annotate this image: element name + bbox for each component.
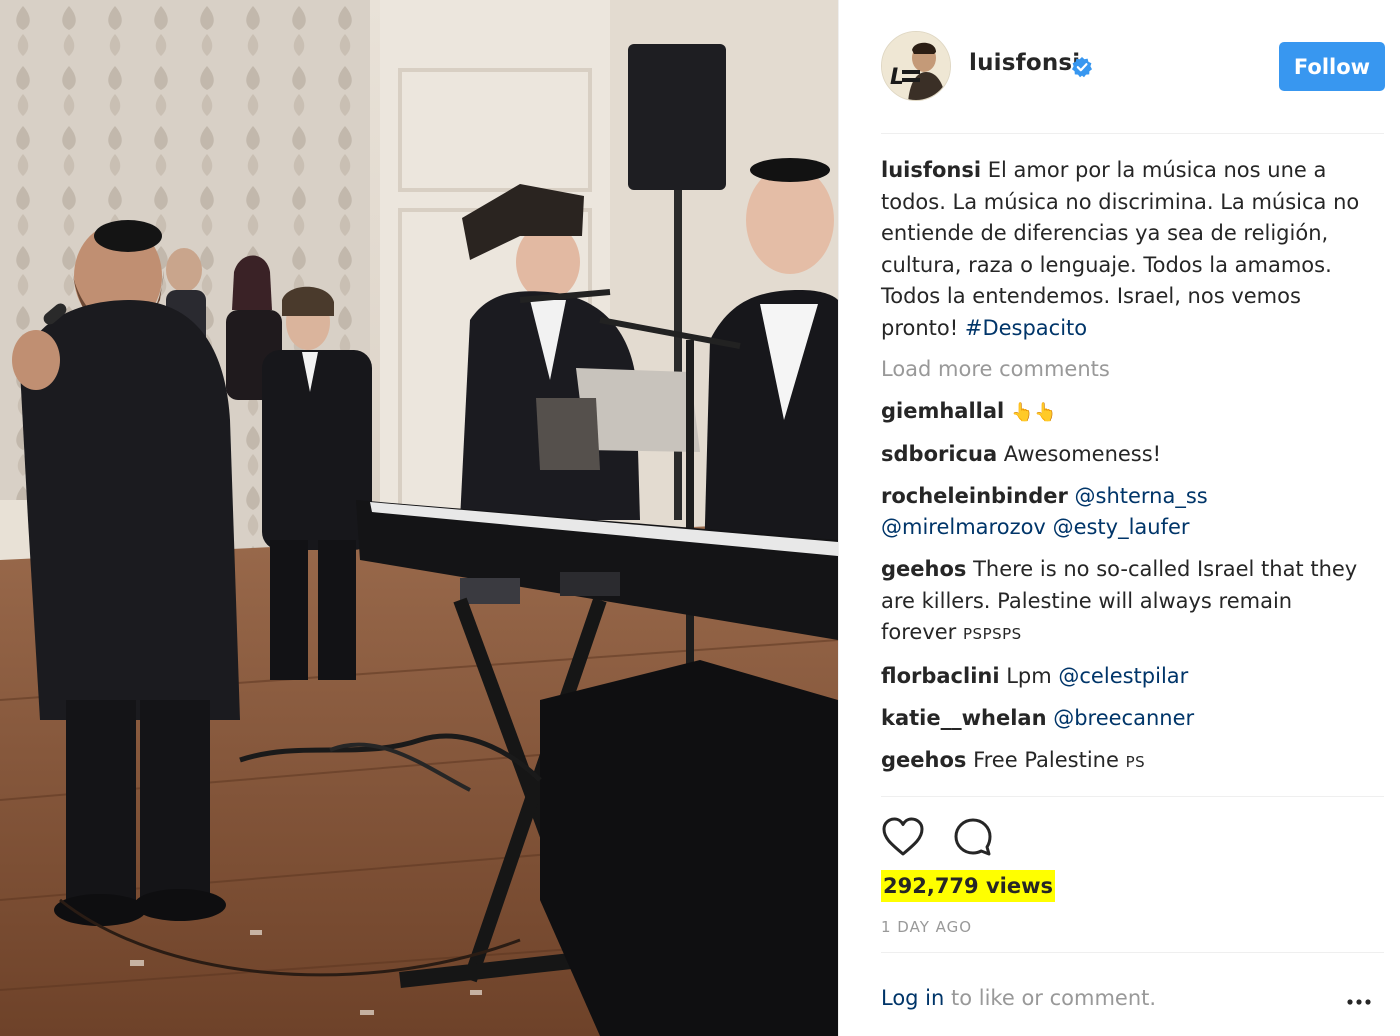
heart-icon[interactable] — [881, 816, 925, 858]
comment-username[interactable]: geehos — [881, 557, 966, 581]
palestine-flag-emojis: PSPSPS — [963, 625, 1022, 643]
comment-username[interactable]: florbaclini — [881, 664, 1000, 688]
hashtag-link[interactable]: #Despacito — [965, 316, 1087, 340]
comment-username[interactable]: sdboricua — [881, 442, 997, 466]
avatar-image: L — [882, 32, 950, 100]
mention-link[interactable]: @shterna_ss — [1075, 484, 1208, 508]
comment-item: giemhallal 👆👆 — [881, 396, 1361, 429]
comment-item: geehos There is no so-called Israel that… — [881, 554, 1361, 651]
comment-list: luisfonsi El amor por la música nos une … — [881, 155, 1361, 789]
video-frame-illustration — [0, 0, 838, 1036]
verified-badge-icon — [1072, 57, 1092, 78]
comment-username[interactable]: katie__whelan — [881, 706, 1047, 730]
comment-text: Free Palestine — [966, 748, 1126, 772]
bottom-divider — [881, 952, 1384, 953]
pointing-up-emoji: 👆👆 — [1010, 401, 1058, 423]
comment-text: Awesomeness! — [997, 441, 1162, 466]
comment-item: sdboricua Awesomeness! — [881, 439, 1361, 471]
post-caption: luisfonsi El amor por la música nos une … — [881, 155, 1361, 344]
view-count[interactable]: 292,779 views — [881, 870, 1055, 902]
caption-text: El amor por la música nos une a todos. L… — [881, 158, 1360, 340]
comment-item: rocheleinbinder @shterna_ss @mirelmarozov… — [881, 481, 1361, 544]
instagram-post: L luisfonsi Follow luisfonsi El amor por… — [0, 0, 1400, 1036]
mention-link[interactable]: @mirelmarozov — [881, 515, 1046, 539]
comment-item: geehos Free Palestine PS — [881, 745, 1361, 779]
profile-avatar[interactable]: L — [881, 31, 951, 101]
comment-item: katie__whelan @breecanner — [881, 703, 1361, 735]
comment-item: florbaclini Lpm @celestpilar — [881, 661, 1361, 693]
caption-username[interactable]: luisfonsi — [881, 158, 981, 182]
comment-username[interactable]: rocheleinbinder — [881, 484, 1068, 508]
post-video[interactable] — [0, 0, 838, 1036]
actions-divider — [881, 796, 1384, 797]
login-prompt-text: to like or comment. — [944, 986, 1157, 1010]
post-timestamp[interactable]: 1 DAY AGO — [881, 918, 972, 936]
comment-username[interactable]: giemhallal — [881, 399, 1004, 423]
mention-link[interactable]: @breecanner — [1053, 706, 1194, 730]
login-prompt: Log in to like or comment. — [881, 986, 1156, 1010]
comment-text — [1004, 399, 1011, 423]
palestine-flag-emoji: PS — [1125, 753, 1146, 771]
login-link[interactable]: Log in — [881, 986, 944, 1010]
mention-link[interactable]: @celestpilar — [1058, 664, 1188, 688]
post-header: L luisfonsi Follow — [839, 0, 1400, 134]
header-divider — [881, 133, 1384, 134]
comment-username[interactable]: geehos — [881, 748, 966, 772]
comment-text: Lpm — [999, 664, 1059, 688]
post-side-panel: L luisfonsi Follow luisfonsi El amor por… — [838, 0, 1400, 1036]
more-options-icon[interactable] — [1346, 990, 1372, 1014]
svg-text:L: L — [890, 65, 904, 90]
comment-bubble-icon[interactable] — [952, 816, 994, 858]
follow-button[interactable]: Follow — [1279, 42, 1385, 91]
mention-link[interactable]: @esty_laufer — [1053, 515, 1190, 539]
comment-text — [1068, 484, 1075, 508]
load-more-comments-button[interactable]: Load more comments — [881, 354, 1361, 386]
post-author-username[interactable]: luisfonsi — [969, 50, 1080, 76]
